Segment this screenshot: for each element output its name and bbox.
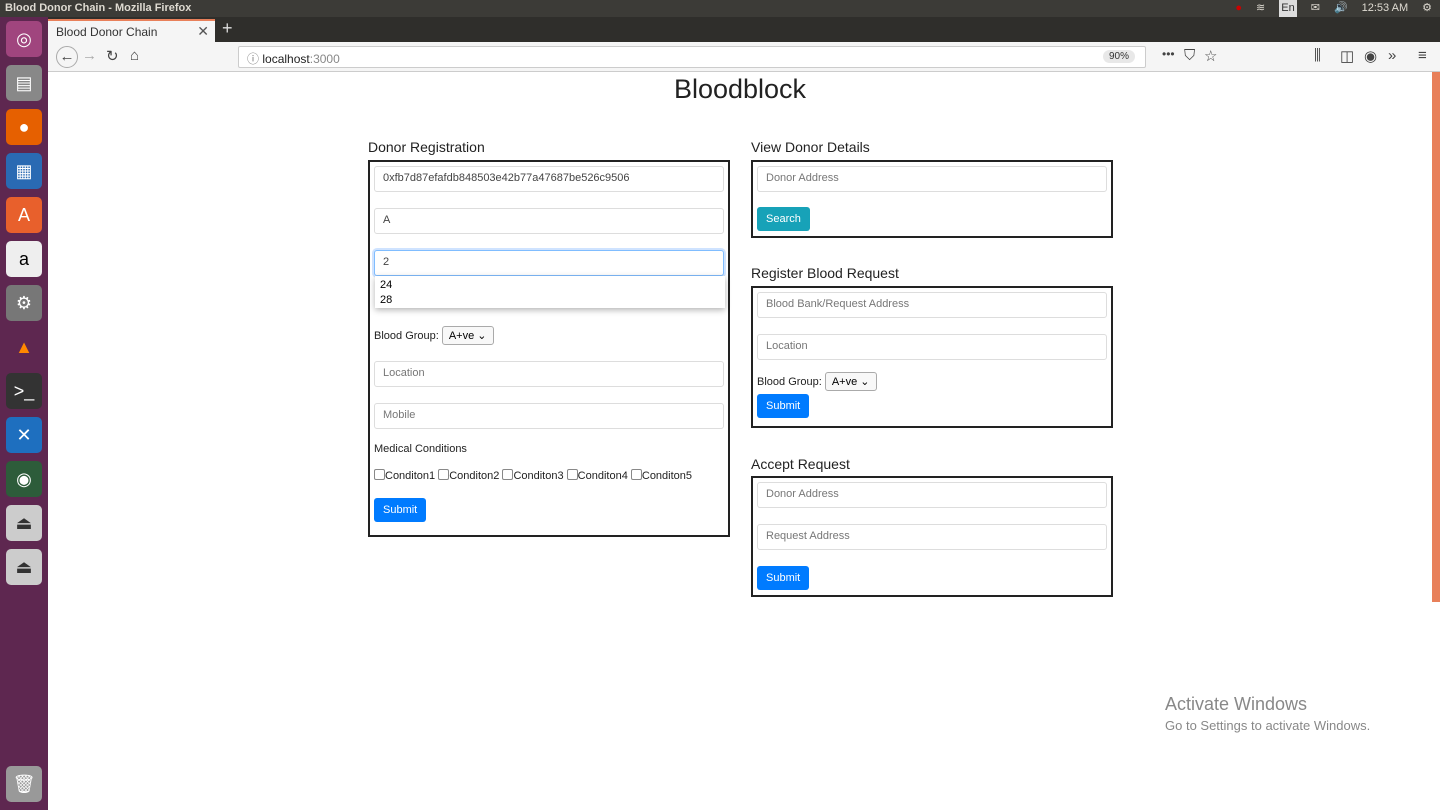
pocket-icon[interactable]: ⛉ <box>1184 47 1195 64</box>
view-donor-heading: View Donor Details <box>751 139 870 155</box>
donor-submit-button[interactable]: Submit <box>374 498 427 522</box>
terminal-icon[interactable]: >_ <box>6 373 42 409</box>
tab-blood-donor-chain[interactable]: Blood Donor Chain ✕ <box>48 19 215 42</box>
mobile-input[interactable]: Mobile <box>374 403 724 429</box>
sidebar-icon[interactable]: ◫ <box>1340 47 1354 65</box>
usb-icon[interactable]: ⏏ <box>6 549 42 585</box>
accept-request-address-input[interactable]: Request Address <box>757 524 1107 550</box>
page-title: Bloodblock <box>673 74 807 104</box>
donor-registration-heading: Donor Registration <box>368 139 485 155</box>
firefox-icon[interactable]: ● <box>6 109 42 145</box>
url-port: :3000 <box>309 52 340 66</box>
view-donor-form: Donor Address Search <box>751 160 1113 238</box>
ubuntu-icon[interactable]: ◎ <box>6 21 42 57</box>
account-icon[interactable]: ◉ <box>1364 47 1377 65</box>
vscode-icon[interactable]: ✕ <box>6 417 42 453</box>
more-icon[interactable]: ••• <box>1162 47 1175 61</box>
scrollbar[interactable] <box>1432 72 1440 602</box>
overflow-icon[interactable]: » <box>1388 47 1396 64</box>
tab-title: Blood Donor Chain <box>56 25 158 39</box>
donor-name-input[interactable]: A <box>374 208 724 234</box>
condition-checkbox[interactable]: Conditon4 <box>566 469 628 482</box>
reload-icon[interactable]: ↻ <box>106 47 119 65</box>
view-donor-address-input[interactable]: Donor Address <box>757 166 1107 192</box>
donor-registration-form: 0xfb7d87efafdb848503e42b77a47687be526c95… <box>368 160 730 537</box>
blood-group-value: A+ve <box>448 330 475 342</box>
tab-bar: Blood Donor Chain ✕ + <box>48 17 1440 42</box>
url-host: localhost <box>262 52 310 66</box>
autocomplete-option[interactable]: 24 <box>380 278 720 293</box>
accept-donor-address-input[interactable]: Donor Address <box>757 482 1107 508</box>
trash-icon[interactable]: 🗑 <box>6 766 42 802</box>
zoom-level[interactable]: 90% <box>1102 50 1135 63</box>
condition-checkbox[interactable]: Conditon1 <box>374 469 435 482</box>
condition-checkbox[interactable]: Conditon5 <box>630 469 692 482</box>
condition-checkbox[interactable]: Conditon3 <box>502 469 564 482</box>
accept-request-heading: Accept Request <box>751 456 850 472</box>
watermark-title: Activate Windows <box>1165 694 1308 714</box>
autocomplete-dropdown: 24 28 <box>375 276 725 308</box>
amazon-icon[interactable]: a <box>6 241 42 277</box>
accept-submit-button[interactable]: Submit <box>757 566 810 590</box>
blood-group-select[interactable]: A+ve ⌄ <box>441 326 494 345</box>
location-input[interactable]: Location <box>374 361 724 387</box>
settings-icon[interactable]: ⚙ <box>6 285 42 321</box>
library-icon[interactable]: ⫼ <box>1314 47 1321 64</box>
window-title-bar: Blood Donor Chain - Mozilla Firefox ● ≋ En… <box>0 0 1440 17</box>
blood-group-value: A+ve <box>831 376 858 388</box>
new-tab-icon[interactable]: + <box>222 18 233 39</box>
activate-windows-watermark: Activate Windows Go to Settings to activa… <box>1165 694 1370 733</box>
forward-icon[interactable]: → <box>82 47 97 64</box>
blood-group-label: Blood Group: <box>374 330 439 342</box>
medical-conditions-label: Medical Conditions <box>374 443 467 455</box>
home-icon[interactable]: ⌂ <box>130 47 139 64</box>
files-icon[interactable]: ▤ <box>6 65 42 101</box>
usb-icon[interactable]: ⏏ <box>6 505 42 541</box>
writer-icon[interactable]: ▦ <box>6 153 42 189</box>
window-title: Blood Donor Chain - Mozilla Firefox <box>5 2 192 14</box>
menu-icon[interactable]: ≡ <box>1418 47 1427 64</box>
power-icon[interactable]: ⚙ <box>1422 0 1432 17</box>
record-icon[interactable]: ● <box>1235 0 1242 17</box>
software-icon[interactable]: A <box>6 197 42 233</box>
mail-icon[interactable]: ✉ <box>1311 0 1320 17</box>
globe-icon[interactable]: ◉ <box>6 461 42 497</box>
info-icon[interactable]: ⓘ <box>247 52 259 66</box>
search-button[interactable]: Search <box>757 207 810 231</box>
register-request-heading: Register Blood Request <box>751 265 899 281</box>
autocomplete-option[interactable]: 28 <box>380 293 720 308</box>
url-bar[interactable]: ⓘ localhost:3000 90% <box>238 46 1146 68</box>
blood-group-label: Blood Group: <box>757 376 822 388</box>
navigation-toolbar: ← → ↻ ⌂ ⓘ localhost:3000 90% ••• ⛉ ☆ ⫼ ◫ … <box>48 42 1440 72</box>
donor-age-input[interactable]: 2 <box>374 250 724 276</box>
accept-request-form: Donor Address Request Address Submit <box>751 476 1113 597</box>
condition-checkbox[interactable]: Conditon2 <box>438 469 499 482</box>
vlc-icon[interactable]: ▲ <box>6 329 42 365</box>
register-request-form: Blood Bank/Request Address Location Bloo… <box>751 286 1113 428</box>
wifi-icon[interactable]: ≋ <box>1256 0 1265 17</box>
donor-address-input[interactable]: 0xfb7d87efafdb848503e42b77a47687be526c95… <box>374 166 724 192</box>
request-address-input[interactable]: Blood Bank/Request Address <box>757 292 1107 318</box>
request-blood-group-select[interactable]: A+ve ⌄ <box>824 372 877 391</box>
request-location-input[interactable]: Location <box>757 334 1107 360</box>
close-icon[interactable]: ✕ <box>197 23 209 40</box>
star-icon[interactable]: ☆ <box>1204 47 1217 65</box>
clock[interactable]: 12:53 AM <box>1362 0 1408 17</box>
keyboard-lang[interactable]: En <box>1279 0 1297 17</box>
request-submit-button[interactable]: Submit <box>757 394 810 418</box>
page-content: Bloodblock Donor Registration 0xfb7d87ef… <box>48 72 1432 810</box>
watermark-subtitle: Go to Settings to activate Windows. <box>1165 718 1371 733</box>
launcher: ◎ ▤ ● ▦ A a ⚙ ▲ >_ ✕ ◉ ⏏ ⏏ 🗑 <box>0 17 48 810</box>
back-icon[interactable]: ← <box>56 46 78 68</box>
volume-icon[interactable]: 🔊 <box>1334 0 1348 17</box>
